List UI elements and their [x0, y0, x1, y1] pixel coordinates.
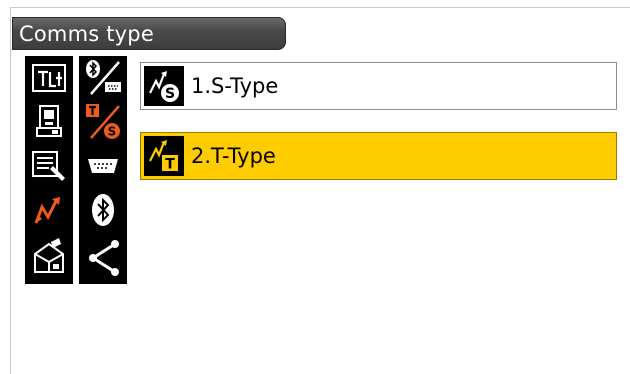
option-s-type-label: 1.S-Type	[191, 74, 279, 98]
option-t-type[interactable]: T 2.T-Type	[140, 132, 617, 180]
svg-text:S: S	[108, 125, 117, 139]
observation-mode-icon[interactable]	[25, 56, 73, 100]
page-title: Comms type	[12, 17, 286, 50]
bluetooth-icon[interactable]	[79, 188, 127, 232]
t-type-badge-letter: T	[165, 157, 175, 173]
mode-icon-column	[25, 56, 73, 284]
communication-icon[interactable]	[25, 188, 73, 232]
t-to-s-type-icon[interactable]: S	[79, 100, 127, 144]
s-type-badge-letter: S	[165, 86, 175, 102]
rs232c-port-icon[interactable]	[79, 144, 127, 188]
bluetooth-rs232c-icon[interactable]	[79, 56, 127, 100]
usb-storage-icon[interactable]	[25, 232, 73, 284]
t-type-icon: T	[144, 136, 184, 176]
option-s-type[interactable]: S 1.S-Type	[140, 62, 617, 110]
instrument-icon[interactable]	[25, 100, 73, 144]
option-t-type-label: 2.T-Type	[191, 144, 276, 168]
network-share-icon[interactable]	[79, 232, 127, 284]
data-editing-icon[interactable]	[25, 144, 73, 188]
comm-icon-column: S	[79, 56, 127, 284]
s-type-icon: S	[144, 66, 184, 106]
